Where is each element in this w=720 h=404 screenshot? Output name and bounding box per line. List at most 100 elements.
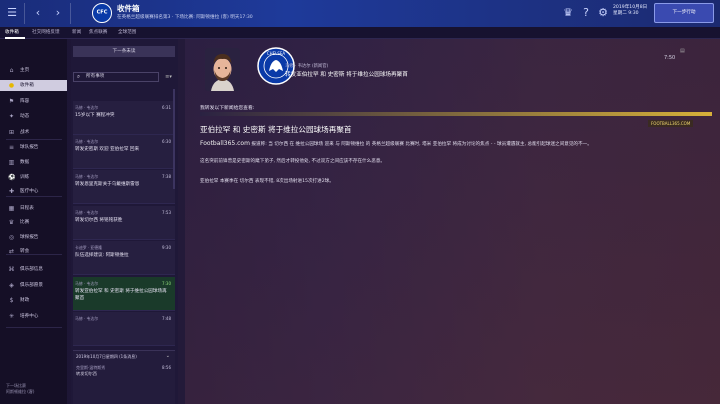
sidebar-item-finances[interactable]: $ 财政 [0,295,67,306]
message-row[interactable]: 马修 · 韦达尔 7:30 转发亚伯拉罕 和 史密斯 将于维拉公园球场再聚首 [73,277,175,311]
page-title: 收件箱 [117,4,140,13]
message-row[interactable]: 卡迪罗 · 亚德隆 9:30 队伍选择建议: 阿斯顿维拉 [73,241,175,275]
sidebar-item-scouting[interactable]: ◎ 球探报告 [0,232,67,243]
message-preview-group[interactable]: 2019年10月7日星期四 (1条消息) ⌄ 克里斯·温特斯秀 8:56 转发切… [73,350,175,404]
sidebar-item-label: 转会 [20,249,30,254]
sidebar-item-label: 俱乐部信息 [20,267,43,272]
club-crest-icon[interactable]: CFC [92,3,112,23]
message-subject: 转发亚伯拉罕 和 史密斯 将于维拉公园球场再聚首 [75,289,167,301]
tactics-icon: ⊞ [8,129,15,136]
message-time: 7:38 [162,174,171,179]
report-icon: ≡ [8,144,15,151]
article-paragraph: Football365.com 报道称: 当 切尔西 在 维拉公园球场 迎来 与… [200,140,700,148]
sidebar-item-label: 球探报告 [20,235,39,240]
tab-worldwide[interactable]: 全球范围 [118,29,136,35]
tab-bar: 收件箱 社交网络反馈 新闻 焦点联赛 全球范围 [0,27,720,39]
message-time: 7:50 [664,55,676,61]
home-icon: ⌂ [9,67,14,74]
sidebar-item-squad[interactable]: ⚑ 阵容 [0,96,67,107]
message-time: 6:31 [162,105,171,110]
medical-icon: ✚ [8,188,15,195]
search-icon: ⌕ [77,74,81,80]
message-sender: 马修 · 韦达尔 [75,139,99,144]
options-icon[interactable]: ▤ [680,48,685,54]
tab-inbox[interactable]: 收件箱 [5,29,19,35]
next-match-footer[interactable]: 下一场比赛 阿斯顿维拉 (客) [6,383,34,395]
sidebar: ⌂ 主页 ● 收件箱 ⚑ 阵容 ✦ 动态 ⊞ 战术 ≡ 球队报告 ▥ 数据 ⚽ 训练 ✚ 医疗中心 ▦ 日程表 ♛ 比赛 ◎… [0,39,67,404]
message-sender: 马修 · 韦达尔 [75,174,99,179]
article-title: 亚伯拉罕 和 史密斯 将于维拉公园球场再聚首 [200,125,352,134]
message-row[interactable]: 马修 · 韦达尔 6:31 15岁以下 赛程冲突 [73,101,175,135]
sidebar-item-report[interactable]: ≡ 球队报告 [0,142,67,153]
vision-icon: ◈ [9,282,14,289]
sidebar-item-label: 阵容 [20,99,30,104]
source-site: Football365.com [200,140,250,147]
back-icon[interactable]: ‹ [30,5,46,21]
sort-dropdown-icon[interactable]: ≡▾ [162,72,175,82]
message-sender: 马修 · 韦达尔 [75,210,99,215]
sidebar-item-inbox[interactable]: ● 收件箱 [0,80,67,91]
sidebar-item-tactics[interactable]: ⊞ 战术 [0,127,67,138]
forward-icon[interactable]: › [50,5,66,21]
menu-icon[interactable]: ☰ [4,5,20,21]
continue-button[interactable]: 下一步行动 [654,3,714,23]
message-row[interactable]: 马修 · 韦达尔 7:53 转发切尔西 将铭铭获胜 [73,206,175,240]
message-subject: 转发史密斯 欢迎 亚伯拉罕 回来 [75,147,140,152]
sidebar-item-data[interactable]: ▥ 数据 [0,157,67,168]
sidebar-item-label: 比赛 [20,220,30,225]
sidebar-item-label: 训练 [20,175,30,180]
message-subject: 队伍选择建议: 阿斯顿维拉 [75,253,129,258]
scouting-icon: ◎ [8,234,15,241]
message-sender: 卡迪罗 · 亚德隆 [75,245,103,250]
scrollbar[interactable] [173,89,175,189]
sidebar-item-home[interactable]: ⌂ 主页 [0,65,67,76]
dynamics-icon: ✦ [8,113,15,120]
sidebar-item-label: 日程表 [20,206,34,211]
message-time: 7:53 [162,210,171,215]
sidebar-item-calendar[interactable]: ▦ 日程表 [0,203,67,214]
sidebar-divider [6,139,62,140]
message-row[interactable]: 马修 · 韦达尔 6:30 转发史密斯 欢迎 亚伯拉罕 回来 [73,135,175,169]
sidebar-item-label: 主页 [20,68,30,73]
sender-avatar [205,48,240,91]
squad-icon: ⚑ [8,98,15,105]
article-paragraph: 这名突前前锋曾是史密斯的麾下弟子, 然后才转投他处, 不过双方之间应该不存在什么… [200,159,386,164]
sidebar-divider [6,327,62,328]
article-header-bar [200,112,712,116]
message-time: 7:30 [162,281,171,286]
message-row[interactable]: 马修 · 韦达尔 7:38 转发恩里克斯关于乌戴维斯雷恩 [73,170,175,204]
sidebar-item-transfers[interactable]: ⇄ 转会 [0,246,67,257]
time-text: 星期二 9:30 [613,11,639,16]
sidebar-item-competitions[interactable]: ♛ 比赛 [0,217,67,228]
sidebar-item-training[interactable]: ⚽ 训练 [0,172,67,183]
tab-news[interactable]: 新闻 [72,29,81,35]
sender-name[interactable]: 马修 · 韦达尔 (新闻官) [285,63,328,69]
message-time: 7:48 [162,316,171,321]
sidebar-item-label: 动态 [20,114,30,119]
tab-social-feedback[interactable]: 社交网络反馈 [32,29,60,35]
message-time: 6:30 [162,139,171,144]
message-row[interactable]: 马修 · 韦达尔 7:48 [73,312,175,346]
next-unread-button[interactable]: 下一条未读 [73,46,175,57]
sidebar-item-vision[interactable]: ◈ 俱乐部愿景 [0,280,67,291]
top-bar: ☰ ‹ › CFC 收件箱 在英格兰超级联赛排名第3 · 下场比赛: 阿斯顿维拉… [0,0,720,27]
tab-focus-leagues[interactable]: 焦点联赛 [89,29,107,35]
sidebar-divider [6,254,62,255]
settings-icon[interactable]: ⚙ [595,5,611,21]
sidebar-item-label: 培养中心 [20,314,39,319]
chevron-down-icon[interactable]: ⌄ [166,353,170,359]
competitions-icon: ♛ [8,219,15,226]
help-icon[interactable]: ? [578,5,594,21]
message-list: 下一条未读 ⌕ 所有事项 ≡▾ 马修 · 韦达尔 6:31 15岁以下 赛程冲突 马修… [71,39,178,404]
sidebar-item-development[interactable]: ✳ 培养中心 [0,311,67,322]
finances-icon: $ [9,297,14,304]
sidebar-item-label: 俱乐部愿景 [20,283,43,288]
filter-label: 所有事项 [86,74,105,79]
filter-dropdown[interactable]: ⌕ 所有事项 [73,72,159,82]
message-subject: 15岁以下 赛程冲突 [75,113,115,118]
sidebar-item-club-info[interactable]: ⌘ 俱乐部信息 [0,264,67,275]
inbox-icon: ● [8,82,15,89]
club-status-text: 在英格兰超级联赛排名第3 · 下场比赛: 阿斯顿维拉 (客) 明天17:30 [117,15,253,20]
sidebar-item-dynamics[interactable]: ✦ 动态 [0,111,67,122]
trophy-icon[interactable]: ♛ [560,5,576,21]
